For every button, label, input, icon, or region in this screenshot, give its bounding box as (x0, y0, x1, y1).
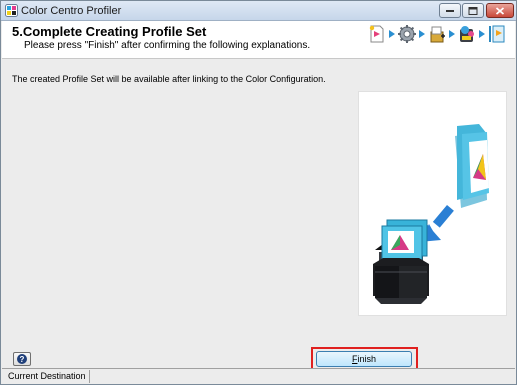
profile-set-box-icon (373, 219, 429, 304)
help-icon: ? (17, 354, 27, 364)
step-arrow-icon (419, 30, 425, 38)
step-subtitle: Please press "Finish" after confirming t… (24, 40, 311, 51)
finish-button[interactable]: Finish (316, 351, 412, 367)
close-button[interactable] (486, 3, 514, 18)
minimize-button[interactable] (439, 3, 461, 18)
profile-link-icon (460, 26, 474, 42)
finish-label: inish (357, 354, 376, 364)
window-title: Color Centro Profiler (21, 5, 122, 17)
application-window: Color Centro Profiler 5.Complete Creatin… (0, 0, 517, 385)
title-bar[interactable]: Color Centro Profiler (1, 1, 516, 21)
status-bar: Current Destination (2, 368, 515, 384)
step-arrow-icon (479, 30, 485, 38)
step-title: 5.Complete Creating Profile Set (12, 24, 207, 39)
wizard-header: 5.Complete Creating Profile Set Please p… (2, 21, 515, 59)
profile-set-illustration (373, 124, 489, 304)
minimize-icon (446, 9, 454, 12)
maximize-icon (468, 6, 478, 15)
gear-icon (398, 25, 416, 43)
wizard-start-icon (369, 25, 384, 43)
maximize-button[interactable] (462, 3, 484, 18)
step-arrow-icon (389, 30, 395, 38)
status-current-destination: Current Destination (5, 370, 90, 383)
package-icon (430, 26, 445, 43)
complete-icon (489, 25, 505, 43)
step-arrow-icon (449, 30, 455, 38)
illustration-panel (358, 91, 507, 316)
help-button[interactable]: ? (13, 352, 31, 366)
app-icon (5, 4, 18, 17)
svg-text:?: ? (20, 355, 25, 364)
info-text: The created Profile Set will be availabl… (12, 74, 326, 84)
profile-folder-icon (455, 124, 489, 208)
wizard-step-indicator (367, 23, 507, 45)
content-area: The created Profile Set will be availabl… (2, 60, 515, 348)
close-icon (495, 6, 505, 15)
